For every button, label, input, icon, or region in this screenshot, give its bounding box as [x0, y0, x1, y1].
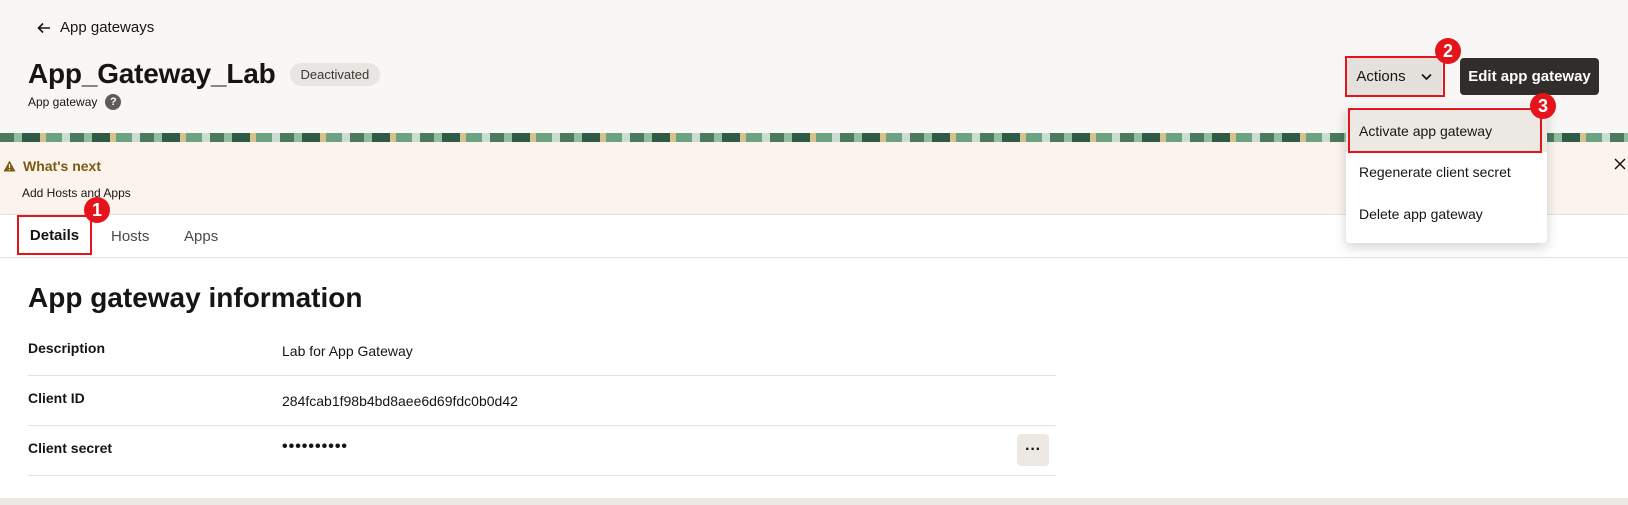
info-row-description: Description Lab for App Gateway [28, 326, 1056, 376]
status-badge: Deactivated [289, 62, 381, 86]
back-arrow-icon [37, 22, 50, 33]
actions-button[interactable]: Actions [1347, 58, 1442, 95]
warning-icon [3, 160, 16, 172]
menu-item-regenerate-client-secret[interactable]: Regenerate client secret [1346, 151, 1547, 193]
info-label: Client secret [28, 440, 113, 456]
notice-title: What's next [23, 158, 102, 174]
step-badge-3: 3 [1530, 93, 1556, 119]
help-icon[interactable]: ? [105, 94, 122, 110]
tab-apps[interactable]: Apps [184, 215, 218, 258]
menu-item-delete-app-gateway[interactable]: Delete app gateway [1346, 193, 1547, 235]
info-table: Description Lab for App Gateway Client I… [28, 326, 1056, 476]
menu-item-activate-app-gateway[interactable]: Activate app gateway [1346, 110, 1547, 152]
edit-app-gateway-button[interactable]: Edit app gateway [1460, 58, 1599, 95]
info-label: Description [28, 340, 106, 356]
masked-secret-value: •••••••••• [282, 438, 349, 455]
subtitle-row: App gateway ? [28, 94, 122, 110]
page-subtitle: App gateway [28, 95, 98, 109]
close-icon[interactable] [1614, 158, 1626, 170]
step-badge-2: 2 [1435, 38, 1461, 64]
notice-title-row: What's next [3, 158, 101, 174]
info-value: 284fcab1f98b4bd8aee6d69fdc0b0d42 [282, 393, 518, 409]
more-options-icon[interactable]: ··· [1017, 434, 1049, 466]
info-value: Lab for App Gateway [282, 343, 413, 359]
section-title: App gateway information [28, 282, 363, 313]
actions-button-label: Actions [1356, 68, 1406, 85]
info-row-client-id: Client ID 284fcab1f98b4bd8aee6d69fdc0b0d… [28, 376, 1056, 426]
title-row: App_Gateway_Lab Deactivated [28, 58, 381, 90]
notice-text: Add Hosts and Apps [22, 186, 131, 200]
tab-details[interactable]: Details [17, 215, 92, 255]
main-content: App gateway information Description Lab … [0, 258, 1628, 498]
step-badge-1: 1 [84, 197, 110, 223]
actions-dropdown-menu: Activate app gateway Regenerate client s… [1346, 107, 1547, 243]
info-label: Client ID [28, 390, 85, 406]
back-link[interactable]: App gateways [36, 19, 154, 36]
tab-hosts[interactable]: Hosts [111, 215, 149, 258]
footer-strip [0, 498, 1628, 505]
back-link-label: App gateways [60, 19, 155, 36]
chevron-down-icon [1420, 73, 1432, 81]
page-title: App_Gateway_Lab [28, 58, 276, 89]
info-row-client-secret: Client secret •••••••••• ··· [28, 426, 1056, 476]
